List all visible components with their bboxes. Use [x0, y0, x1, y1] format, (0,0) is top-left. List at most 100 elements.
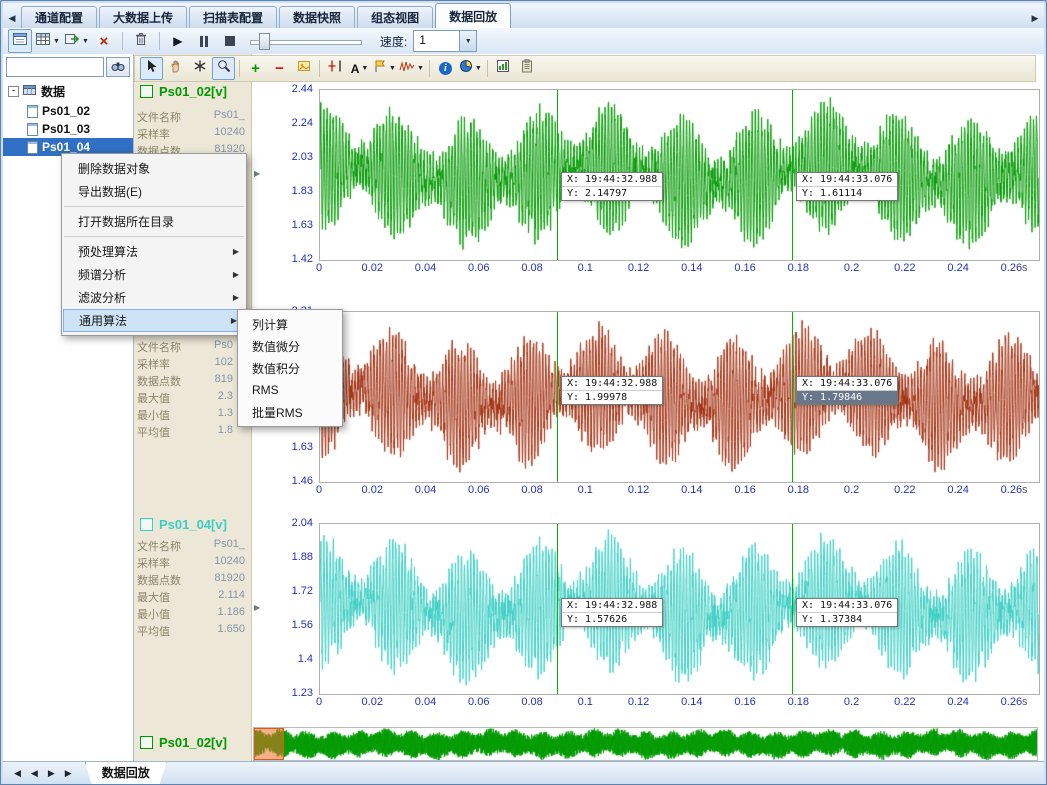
tree-item-1[interactable]: Ps01_02 [3, 102, 133, 120]
play-button[interactable]: ▶ [166, 29, 190, 53]
tab-6[interactable]: 数据回放 [435, 3, 511, 28]
pan-tool-button[interactable] [164, 57, 187, 80]
submenu-item-4[interactable]: RMS [238, 379, 342, 401]
cursor-line[interactable] [792, 524, 793, 694]
cursor-line[interactable] [557, 90, 558, 260]
channel-header-3[interactable]: Ps01_04[v] [140, 517, 227, 532]
waveform-canvas[interactable] [320, 90, 1039, 260]
collapse-icon[interactable]: - [8, 86, 19, 97]
delete-button[interactable] [129, 29, 153, 53]
close-view-button[interactable]: × [92, 29, 116, 53]
pie-dropdown-icon[interactable]: ▼ [475, 65, 482, 72]
export-chart-button[interactable] [492, 57, 515, 80]
slider-thumb[interactable] [259, 33, 270, 50]
bottom-tab-playback[interactable]: 数据回放 [85, 762, 167, 785]
cursor-line[interactable] [792, 90, 793, 260]
export-view-button[interactable]: ▼ [63, 29, 90, 53]
overview-selection[interactable] [254, 728, 284, 760]
submenu-item-1[interactable]: 列计算 [238, 313, 342, 335]
plot-area[interactable]: X: 19:44:32.988Y: 1.99978X: 19:44:33.076… [319, 311, 1040, 483]
nav-prev-icon[interactable]: ◀ [26, 768, 43, 779]
wave-dropdown-icon[interactable]: ▼ [417, 65, 424, 72]
text-tool-button[interactable]: A▼ [348, 57, 371, 80]
zoom-tool-button[interactable] [212, 57, 235, 80]
cursor-line[interactable] [557, 524, 558, 694]
tab-5[interactable]: 组态视图 [357, 6, 433, 28]
tree-item-2[interactable]: Ps01_03 [3, 120, 133, 138]
info-value: 81920 [214, 572, 245, 589]
tree-items: Ps01_02Ps01_03Ps01_04 [3, 102, 133, 156]
waveform-icon [399, 59, 415, 78]
menu-item-2[interactable]: 导出数据(E) [62, 180, 246, 203]
tooltip-x-value: X: 19:44:32.988 [562, 173, 662, 186]
info-label: 文件名称 [137, 109, 181, 126]
info-row: 最大值2.3 [137, 390, 233, 407]
x-tick-label: 0.2 [844, 696, 859, 708]
pointer-tool-button[interactable] [140, 57, 163, 80]
speed-combobox[interactable]: 1 ▼ [413, 30, 477, 52]
submenu-item-2[interactable]: 数值微分 [238, 335, 342, 357]
search-input[interactable] [6, 57, 104, 77]
waveform-canvas[interactable] [320, 312, 1039, 482]
y-tick-label: 2.24 [292, 117, 313, 129]
x-tick-label: 0.18 [788, 696, 809, 708]
nav-first-icon[interactable]: ◀ [9, 768, 26, 779]
submenu-item-3[interactable]: 数值积分 [238, 357, 342, 379]
zoom-out-button[interactable]: − [268, 57, 291, 80]
overview-channel-header[interactable]: Ps01_02[v] [140, 735, 227, 750]
channel-color-icon [140, 736, 153, 749]
waveform-canvas[interactable] [320, 524, 1039, 694]
report-view-button[interactable] [8, 29, 32, 53]
wave-tool-button[interactable]: ▼ [398, 57, 425, 80]
channel-header-1[interactable]: Ps01_02[v] [140, 84, 227, 99]
x-tick-label: 0.02 [362, 484, 383, 496]
fit-tool-button[interactable] [188, 57, 211, 80]
position-slider[interactable] [250, 32, 362, 50]
tab-3[interactable]: 扫描表配置 [189, 6, 277, 28]
cursor-tool-button[interactable] [324, 57, 347, 80]
tree-item-label: Ps01_03 [42, 122, 90, 136]
cursor-line[interactable] [557, 312, 558, 482]
text-tool-dropdown-icon[interactable]: ▼ [361, 65, 368, 72]
plot-area[interactable]: X: 19:44:32.988Y: 2.14797X: 19:44:33.076… [319, 89, 1040, 261]
clipboard-button[interactable] [516, 57, 539, 80]
tab-2[interactable]: 大数据上传 [99, 6, 187, 28]
nav-next-icon[interactable]: ▶ [43, 768, 60, 779]
plot-area[interactable]: X: 19:44:32.988Y: 1.57626X: 19:44:33.076… [319, 523, 1040, 695]
zoom-in-button[interactable]: + [244, 57, 267, 80]
tree-root[interactable]: - 数据 [3, 81, 133, 102]
menu-item-9[interactable]: 通用算法▶ [63, 309, 245, 332]
info-button[interactable]: i [434, 57, 457, 80]
stop-button[interactable] [218, 29, 242, 53]
x-tick-label: 0.16 [734, 696, 755, 708]
tab-1[interactable]: 通道配置 [21, 6, 97, 28]
chart-side-marker-icon[interactable]: ▶ [254, 169, 260, 178]
overview-strip[interactable] [253, 727, 1038, 761]
tab-scroll-left-icon[interactable]: ◀ [3, 8, 21, 28]
chart-side-marker-icon[interactable]: ▶ [254, 603, 260, 612]
export-dropdown-icon[interactable]: ▼ [82, 38, 89, 45]
table-view-button[interactable]: ▼ [34, 29, 61, 53]
x-axis: 00.020.040.060.080.10.120.140.160.180.20… [319, 262, 1038, 278]
flag-tool-button[interactable]: ▼ [372, 57, 397, 80]
search-button[interactable] [106, 57, 130, 77]
reset-view-button[interactable] [292, 57, 315, 80]
nav-last-icon[interactable]: ▶ [60, 768, 77, 779]
flag-dropdown-icon[interactable]: ▼ [389, 65, 396, 72]
menu-item-7[interactable]: 频谱分析▶ [62, 263, 246, 286]
menu-item-6[interactable]: 预处理算法▶ [62, 240, 246, 263]
pause-button[interactable] [192, 29, 216, 53]
tab-4[interactable]: 数据快照 [279, 6, 355, 28]
pie-tool-button[interactable]: ▼ [458, 57, 483, 80]
menu-item-8[interactable]: 滤波分析▶ [62, 286, 246, 309]
menu-item-1[interactable]: 删除数据对象 [62, 157, 246, 180]
speed-dropdown-icon[interactable]: ▼ [459, 31, 476, 51]
overview-canvas[interactable] [254, 728, 1037, 760]
table-dropdown-icon[interactable]: ▼ [53, 38, 60, 45]
cursor-line[interactable] [792, 312, 793, 482]
tab-scroll-right-icon[interactable]: ▶ [1026, 8, 1044, 28]
data-file-icon [27, 141, 38, 154]
binoculars-icon [111, 60, 125, 75]
submenu-item-5[interactable]: 批量RMS [238, 401, 342, 423]
menu-item-4[interactable]: 打开数据所在目录 [62, 210, 246, 233]
